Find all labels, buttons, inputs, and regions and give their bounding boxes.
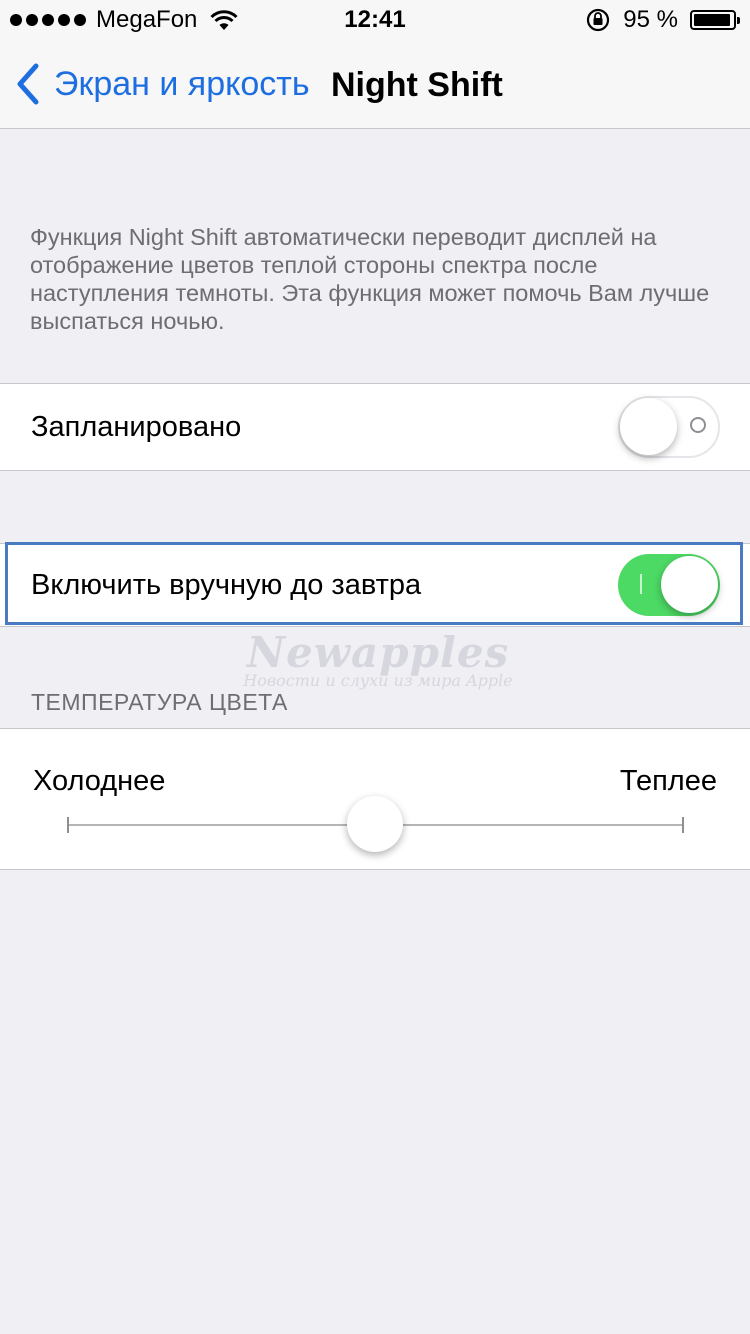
slider-min-cap	[67, 817, 69, 833]
watermark-subtitle: Новости и слухи из мира Apple	[243, 671, 513, 690]
slider-max-cap	[682, 817, 684, 833]
temperature-cell: Холоднее Теплее	[0, 728, 750, 870]
page-title: Night Shift	[331, 66, 503, 104]
manual-cell: Включить вручную до завтра	[0, 543, 750, 627]
back-button[interactable]: Экран и яркость	[14, 62, 310, 106]
battery-icon	[690, 10, 740, 30]
manual-toggle[interactable]	[618, 554, 720, 616]
warmer-label: Теплее	[619, 765, 717, 797]
watermark: Newapples Новости и слухи из мира Apple	[218, 628, 538, 690]
back-label: Экран и яркость	[54, 64, 310, 103]
night-shift-description: Функция Night Shift автоматически перево…	[30, 224, 710, 334]
toggle-knob	[620, 398, 677, 455]
status-bar: MegaFon 12:41 95 %	[0, 0, 750, 40]
toggle-knob	[661, 556, 718, 613]
battery-percent: 95 %	[623, 6, 678, 33]
toggle-on-mark-icon	[640, 574, 642, 594]
status-right: 95 %	[585, 6, 740, 34]
chevron-left-icon	[17, 63, 39, 105]
scheduled-toggle[interactable]	[618, 396, 720, 458]
navigation-bar: Экран и яркость Night Shift	[0, 40, 750, 129]
battery-fill	[694, 14, 731, 26]
cooler-label: Холоднее	[33, 765, 166, 797]
scheduled-cell: Запланировано	[0, 383, 750, 471]
toggle-off-mark-icon	[690, 417, 706, 433]
watermark-title: Newapples	[246, 628, 510, 677]
temperature-slider-thumb[interactable]	[347, 796, 403, 852]
manual-label: Включить вручную до завтра	[31, 569, 422, 601]
temperature-section-header: ТЕМПЕРАТУРА ЦВЕТА	[31, 689, 288, 715]
rotation-lock-icon	[587, 8, 610, 32]
scheduled-label: Запланировано	[31, 411, 242, 443]
